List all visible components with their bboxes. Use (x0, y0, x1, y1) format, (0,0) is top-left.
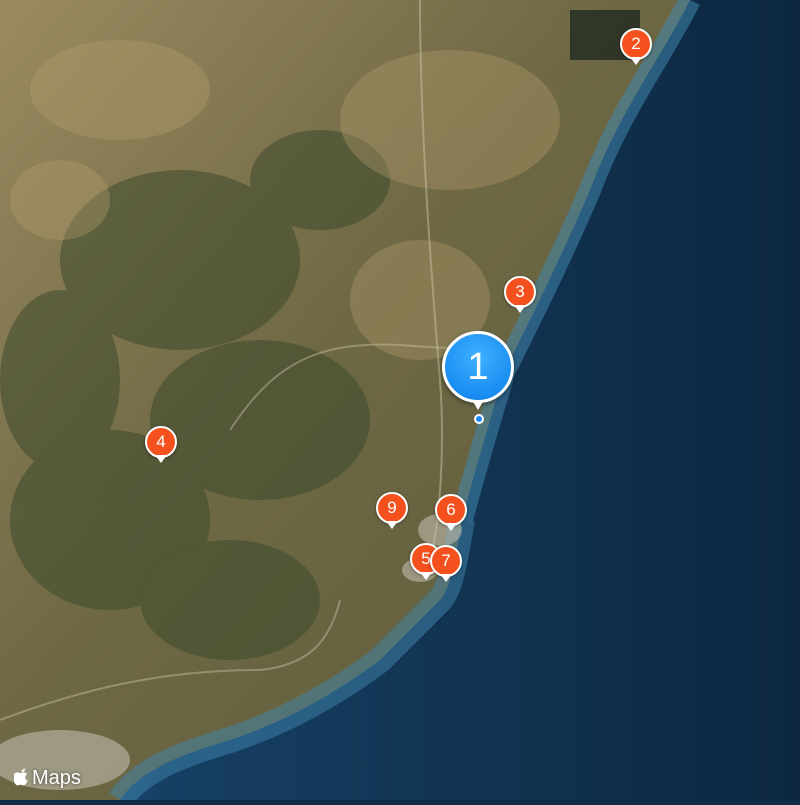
marker-label: 9 (376, 492, 408, 524)
marker-pointer (155, 455, 167, 463)
marker-label: 7 (430, 545, 462, 577)
satellite-map[interactable]: 1 2 3 4 9 6 5 7 Maps (0, 0, 800, 805)
marker-label: 6 (435, 494, 467, 526)
maps-attribution[interactable]: Maps (14, 767, 81, 790)
marker-pointer (514, 305, 526, 313)
marker-label: 4 (145, 426, 177, 458)
apple-icon (14, 768, 28, 786)
marker-pointer (440, 574, 452, 582)
current-location-dot (474, 414, 484, 424)
marker-label: 2 (620, 28, 652, 60)
map-imagery (0, 0, 800, 805)
marker-pointer (386, 521, 398, 529)
marker-pointer (420, 572, 432, 580)
attribution-text: Maps (32, 767, 81, 789)
marker-pointer (630, 57, 642, 65)
marker-label: 1 (442, 331, 514, 403)
marker-pointer (472, 400, 484, 410)
marker-label: 3 (504, 276, 536, 308)
marker-pointer (445, 523, 457, 531)
